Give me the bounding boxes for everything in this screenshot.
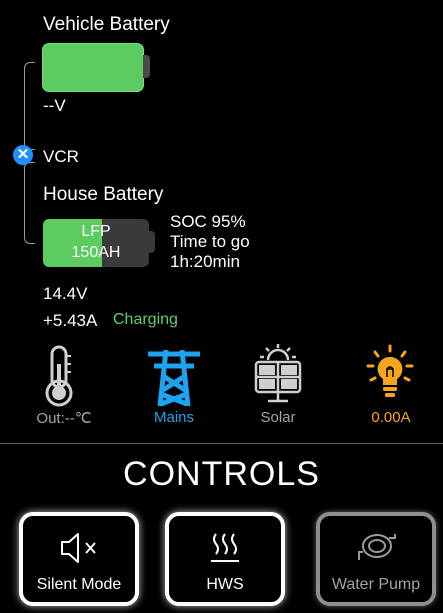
vehicle-battery-voltage: --V <box>43 96 66 115</box>
heat-waves-icon <box>169 530 281 566</box>
house-battery-type: LFP <box>81 223 111 240</box>
vcr-label: VCR <box>43 147 79 166</box>
vcr-disconnect-icon[interactable]: ✕ <box>13 145 33 165</box>
vehicle-battery-terminal <box>143 55 150 78</box>
link-bracket-bottom <box>24 162 35 244</box>
controls-title: CONTROLS <box>123 455 320 493</box>
hws-label: HWS <box>206 576 244 593</box>
vehicle-battery-icon[interactable] <box>42 43 144 92</box>
water-pump-icon <box>320 530 432 566</box>
silent-mode-label: Silent Mode <box>36 576 122 593</box>
speaker-mute-icon <box>23 530 135 566</box>
load-current-label: 0.00A <box>371 409 411 426</box>
house-battery-voltage: 14.4V <box>43 284 88 303</box>
lightbulb-icon[interactable] <box>366 344 414 404</box>
outdoor-temperature-label: Out:--℃ <box>36 410 92 427</box>
link-bracket-top <box>24 62 35 150</box>
charging-status: Charging <box>113 311 178 328</box>
water-pump-label: Water Pump <box>331 576 421 593</box>
house-battery-labels: LFP 150AH <box>43 221 149 263</box>
house-battery-capacity: 150AH <box>71 244 121 261</box>
solar-panel-icon[interactable] <box>250 344 306 404</box>
water-pump-button[interactable]: Water Pump <box>316 512 436 606</box>
vehicle-battery-title: Vehicle Battery <box>43 14 170 35</box>
house-battery-soc-block: SOC 95% Time to go 1h:20min <box>170 212 250 272</box>
time-to-go-label: Time to go <box>170 232 250 251</box>
house-battery-title: House Battery <box>43 184 164 205</box>
soc-text: SOC 95% <box>170 212 246 231</box>
time-to-go-value: 1h:20min <box>170 252 240 271</box>
thermometer-icon[interactable] <box>42 344 76 408</box>
silent-mode-button[interactable]: Silent Mode <box>19 512 139 606</box>
solar-label: Solar <box>260 409 296 426</box>
house-battery-current: +5.43A <box>43 311 98 330</box>
mains-label: Mains <box>153 409 194 426</box>
hws-button[interactable]: HWS <box>165 512 285 606</box>
house-battery-terminal <box>149 231 155 253</box>
power-pylon-icon[interactable] <box>144 346 204 408</box>
